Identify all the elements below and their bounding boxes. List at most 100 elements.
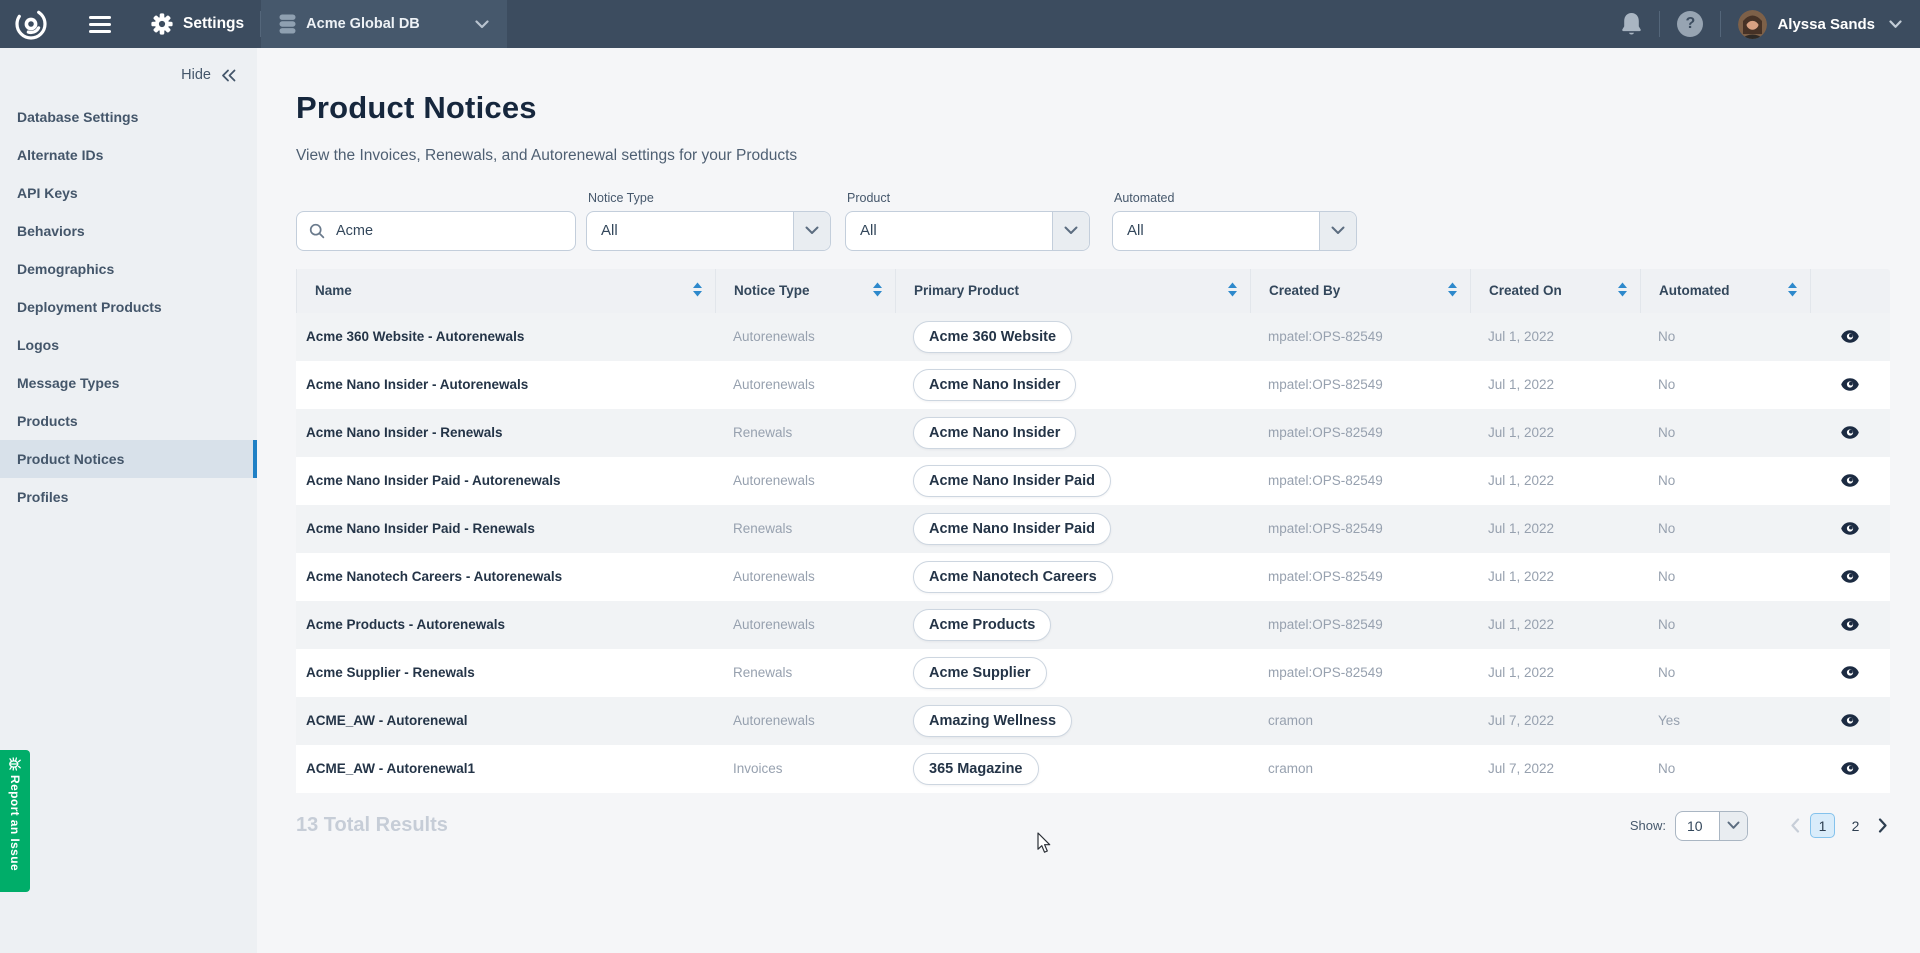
column-header-created-on[interactable]: Created On — [1470, 269, 1640, 313]
database-selector[interactable]: Acme Global DB — [261, 0, 507, 48]
view-button[interactable] — [1838, 567, 1862, 586]
table-row[interactable]: Acme Nano Insider Paid - Autorenewals Au… — [296, 457, 1890, 505]
sidebar-item-label: Database Settings — [17, 109, 138, 125]
column-header-created-by[interactable]: Created By — [1250, 269, 1470, 313]
sort-icon[interactable] — [872, 282, 883, 300]
sidebar-item-demographics[interactable]: Demographics — [0, 250, 257, 288]
chevron-down-icon[interactable] — [1889, 20, 1902, 29]
table-row[interactable]: ACME_AW - Autorenewal1 Invoices 365 Maga… — [296, 745, 1890, 793]
table-header: Name Notice Type — [296, 269, 1890, 313]
primary-product-pill[interactable]: Amazing Wellness — [913, 705, 1072, 737]
cell-created-by: mpatel:OPS-82549 — [1250, 377, 1470, 392]
report-an-issue-tab[interactable]: Report an Issue — [0, 750, 30, 892]
primary-product-pill[interactable]: Acme Supplier — [913, 657, 1047, 689]
sidebar-item-api-keys[interactable]: API Keys — [0, 174, 257, 212]
next-page-button[interactable] — [1876, 816, 1890, 835]
page-1[interactable]: 1 — [1810, 813, 1835, 838]
double-chevron-left-icon — [220, 69, 237, 82]
main-content: Product Notices View the Invoices, Renew… — [257, 48, 1920, 953]
notice-type-select[interactable]: All — [586, 211, 831, 251]
cell-name: Acme Nano Insider Paid - Renewals — [296, 521, 715, 536]
bug-icon — [8, 757, 22, 771]
view-button[interactable] — [1838, 471, 1862, 490]
cell-primary-product: Acme Nano Insider — [895, 369, 1250, 401]
page-2[interactable]: 2 — [1843, 813, 1868, 838]
primary-product-pill[interactable]: Acme Nano Insider — [913, 417, 1076, 449]
hide-sidebar-button[interactable]: Hide — [0, 48, 257, 98]
column-header-name[interactable]: Name — [296, 269, 715, 313]
view-button[interactable] — [1838, 423, 1862, 442]
sidebar-item-logos[interactable]: Logos — [0, 326, 257, 364]
cell-created-on: Jul 1, 2022 — [1470, 665, 1640, 680]
primary-product-pill[interactable]: Acme 360 Website — [913, 321, 1072, 353]
menu-icon[interactable] — [85, 12, 115, 37]
sidebar-item-database-settings[interactable]: Database Settings — [0, 98, 257, 136]
column-header-primary-product[interactable]: Primary Product — [895, 269, 1250, 313]
table-row[interactable]: Acme Nanotech Careers - Autorenewals Aut… — [296, 553, 1890, 601]
sidebar-item-products[interactable]: Products — [0, 402, 257, 440]
column-header-notice-type[interactable]: Notice Type — [715, 269, 895, 313]
table-row[interactable]: Acme Products - Autorenewals Autorenewal… — [296, 601, 1890, 649]
table-row[interactable]: Acme Nano Insider Paid - Renewals Renewa… — [296, 505, 1890, 553]
table-row[interactable]: Acme Supplier - Renewals Renewals Acme S… — [296, 649, 1890, 697]
column-header-automated[interactable]: Automated — [1640, 269, 1810, 313]
column-header-blank[interactable] — [1810, 269, 1890, 313]
notifications-bell-icon[interactable] — [1621, 12, 1642, 37]
cell-actions — [1810, 471, 1890, 490]
primary-product-pill[interactable]: Acme Nano Insider Paid — [913, 513, 1111, 545]
search-input[interactable] — [334, 222, 563, 240]
cell-created-on: Jul 1, 2022 — [1470, 617, 1640, 632]
sidebar-item-behaviors[interactable]: Behaviors — [0, 212, 257, 250]
view-button[interactable] — [1838, 375, 1862, 394]
table-row[interactable]: Acme Nano Insider - Autorenewals Autoren… — [296, 361, 1890, 409]
avatar[interactable] — [1738, 10, 1767, 39]
primary-product-pill[interactable]: Acme Nano Insider Paid — [913, 465, 1111, 497]
logo-icon — [13, 6, 49, 42]
cell-primary-product: Amazing Wellness — [895, 705, 1250, 737]
sidebar-item-product-notices[interactable]: Product Notices — [0, 440, 257, 478]
cell-automated: No — [1640, 329, 1810, 344]
view-button[interactable] — [1838, 711, 1862, 730]
sort-icon[interactable] — [1447, 282, 1458, 300]
sort-icon[interactable] — [1227, 282, 1238, 300]
column-label: Automated — [1659, 283, 1730, 298]
cell-primary-product: Acme Products — [895, 609, 1250, 641]
cell-notice-type: Autorenewals — [715, 473, 895, 488]
settings-nav[interactable]: Settings — [151, 13, 244, 35]
sort-icon[interactable] — [692, 282, 703, 300]
cell-created-by: mpatel:OPS-82549 — [1250, 617, 1470, 632]
sidebar-item-alternate-ids[interactable]: Alternate IDs — [0, 136, 257, 174]
column-label: Name — [315, 283, 352, 298]
primary-product-pill[interactable]: Acme Products — [913, 609, 1051, 641]
app-logo[interactable] — [13, 6, 49, 42]
table-row[interactable]: Acme Nano Insider - Renewals Renewals Ac… — [296, 409, 1890, 457]
sidebar-item-label: Message Types — [17, 375, 119, 391]
cell-created-by: mpatel:OPS-82549 — [1250, 569, 1470, 584]
automated-select[interactable]: All — [1112, 211, 1357, 251]
sort-icon[interactable] — [1617, 282, 1628, 300]
view-button[interactable] — [1838, 663, 1862, 682]
product-select[interactable]: All — [845, 211, 1090, 251]
view-button[interactable] — [1838, 519, 1862, 538]
page-subtitle: View the Invoices, Renewals, and Autoren… — [296, 147, 1890, 165]
view-button[interactable] — [1838, 615, 1862, 634]
primary-product-pill[interactable]: Acme Nanotech Careers — [913, 561, 1113, 593]
topbar-divider — [1720, 11, 1721, 37]
sidebar-item-label: Behaviors — [17, 223, 85, 239]
sidebar-item-deployment-products[interactable]: Deployment Products — [0, 288, 257, 326]
sidebar-item-profiles[interactable]: Profiles — [0, 478, 257, 516]
page-size-select[interactable]: 10 — [1675, 811, 1748, 841]
primary-product-pill[interactable]: Acme Nano Insider — [913, 369, 1076, 401]
primary-product-pill[interactable]: 365 Magazine — [913, 753, 1039, 785]
table-row[interactable]: Acme 360 Website - Autorenewals Autorene… — [296, 313, 1890, 361]
sidebar-item-message-types[interactable]: Message Types — [0, 364, 257, 402]
view-button[interactable] — [1838, 327, 1862, 346]
sidebar-nav: Database Settings Alternate IDs API Keys… — [0, 98, 257, 516]
topbar-right: ? Alyssa Sands — [1621, 10, 1920, 39]
sort-icon[interactable] — [1787, 282, 1798, 300]
view-button[interactable] — [1838, 759, 1862, 778]
help-icon[interactable]: ? — [1677, 11, 1703, 37]
table-row[interactable]: ACME_AW - Autorenewal Autorenewals Amazi… — [296, 697, 1890, 745]
cell-primary-product: 365 Magazine — [895, 753, 1250, 785]
previous-page-button[interactable] — [1788, 816, 1802, 835]
